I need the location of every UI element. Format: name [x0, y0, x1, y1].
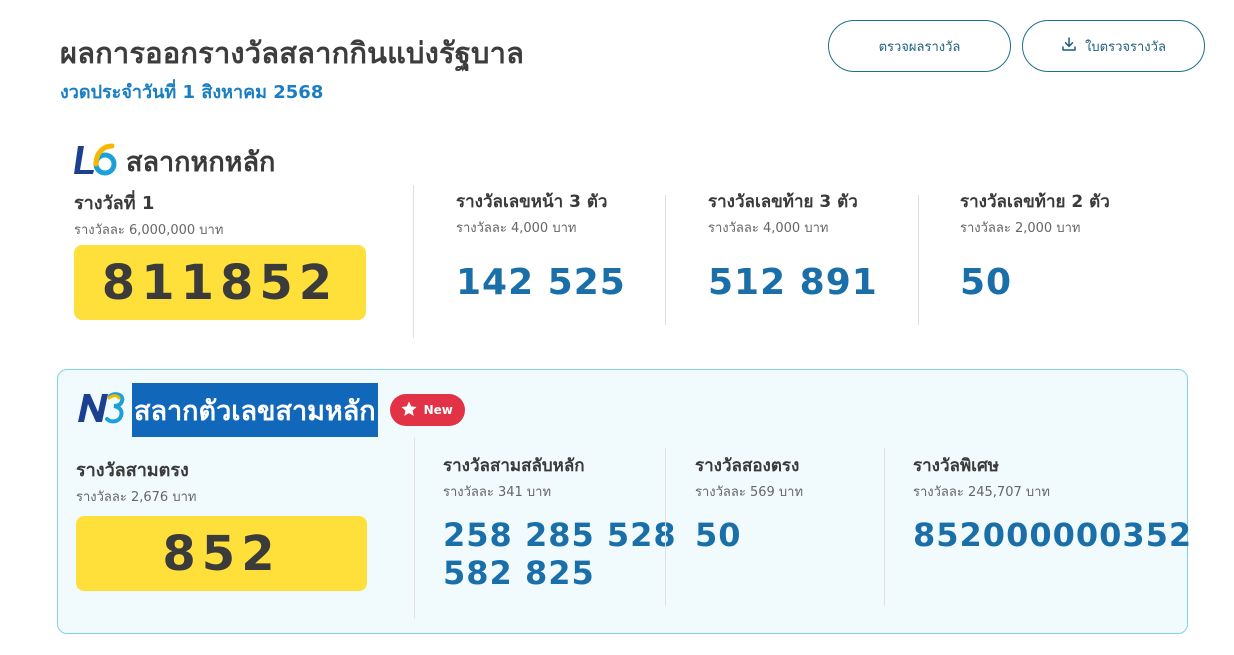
- last2-numbers: 50: [960, 262, 1013, 303]
- first-prize-amount: รางวัลละ 6,000,000 บาท: [74, 223, 224, 238]
- divider: [918, 195, 919, 325]
- straight3-number: 852: [76, 516, 367, 591]
- first-prize-header: รางวัลที่ 1 รางวัลละ 6,000,000 บาท: [74, 188, 223, 240]
- special-header: รางวัลพิเศษ รางวัลละ 245,707 บาท: [913, 452, 1050, 502]
- straight3-name: รางวัลสามตรง: [76, 460, 189, 481]
- front3-name: รางวัลเลขหน้า 3 ตัว: [456, 192, 608, 212]
- three-digit-section-title: สลากตัวเลขสามหลัก: [132, 383, 378, 437]
- special-numbers: 852000000352: [913, 516, 1193, 554]
- divider: [414, 438, 415, 618]
- six-digit-section-title: สลากหกหลัก: [126, 147, 276, 178]
- front3-amount: รางวัลละ 4,000 บาท: [456, 221, 577, 236]
- draw-date: งวดประจำวันที่ 1 สิงหาคม 2568: [60, 82, 324, 103]
- six-digit-section-header: สลากหกหลัก: [74, 140, 275, 183]
- new-badge-label: New: [423, 403, 453, 417]
- divider: [884, 448, 885, 606]
- divider: [665, 195, 666, 325]
- last2-amount: รางวัลละ 2,000 บาท: [960, 221, 1081, 236]
- star-icon: [400, 400, 418, 421]
- front3-header: รางวัลเลขหน้า 3 ตัว รางวัลละ 4,000 บาท: [456, 188, 607, 238]
- download-results-button[interactable]: ใบตรวจรางวัล: [1022, 20, 1205, 72]
- straight2-numbers: 50: [695, 516, 742, 554]
- download-results-label: ใบตรวจรางวัล: [1085, 39, 1166, 55]
- l6-logo-icon: [74, 142, 120, 182]
- last3-numbers: 512 891: [708, 262, 878, 303]
- first-prize-number: 811852: [74, 245, 366, 320]
- last2-header: รางวัลเลขท้าย 2 ตัว รางวัลละ 2,000 บาท: [960, 188, 1110, 238]
- first-prize-name: รางวัลที่ 1: [74, 193, 155, 214]
- check-results-button[interactable]: ตรวจผลรางวัล: [828, 20, 1011, 72]
- special-name: รางวัลพิเศษ: [913, 456, 999, 476]
- straight3-amount: รางวัลละ 2,676 บาท: [76, 490, 197, 505]
- n3-logo-icon: [76, 390, 126, 430]
- shuffle3-amount: รางวัลละ 341 บาท: [443, 485, 552, 500]
- divider: [413, 185, 414, 338]
- straight3-header: รางวัลสามตรง รางวัลละ 2,676 บาท: [76, 455, 196, 507]
- last3-header: รางวัลเลขท้าย 3 ตัว รางวัลละ 4,000 บาท: [708, 188, 858, 238]
- shuffle3-name: รางวัลสามสลับหลัก: [443, 456, 585, 476]
- straight2-amount: รางวัลละ 569 บาท: [695, 485, 804, 500]
- last3-amount: รางวัลละ 4,000 บาท: [708, 221, 829, 236]
- straight2-name: รางวัลสองตรง: [695, 456, 800, 476]
- special-amount: รางวัลละ 245,707 บาท: [913, 485, 1050, 500]
- shuffle3-header: รางวัลสามสลับหลัก รางวัลละ 341 บาท: [443, 452, 585, 502]
- page-title: ผลการออกรางวัลสลากกินแบ่งรัฐบาล: [60, 36, 525, 70]
- last3-name: รางวัลเลขท้าย 3 ตัว: [708, 192, 858, 212]
- check-results-label: ตรวจผลรางวัล: [878, 39, 961, 55]
- front3-numbers: 142 525: [456, 262, 626, 303]
- divider: [665, 448, 666, 606]
- shuffle3-numbers-line1: 258 285 528: [443, 516, 677, 554]
- straight2-header: รางวัลสองตรง รางวัลละ 569 บาท: [695, 452, 803, 502]
- new-badge: New: [389, 394, 465, 426]
- three-digit-section-header: สลากตัวเลขสามหลัก New: [76, 383, 465, 437]
- last2-name: รางวัลเลขท้าย 2 ตัว: [960, 192, 1110, 212]
- shuffle3-numbers-line2: 582 825: [443, 554, 595, 592]
- download-icon: [1061, 36, 1077, 56]
